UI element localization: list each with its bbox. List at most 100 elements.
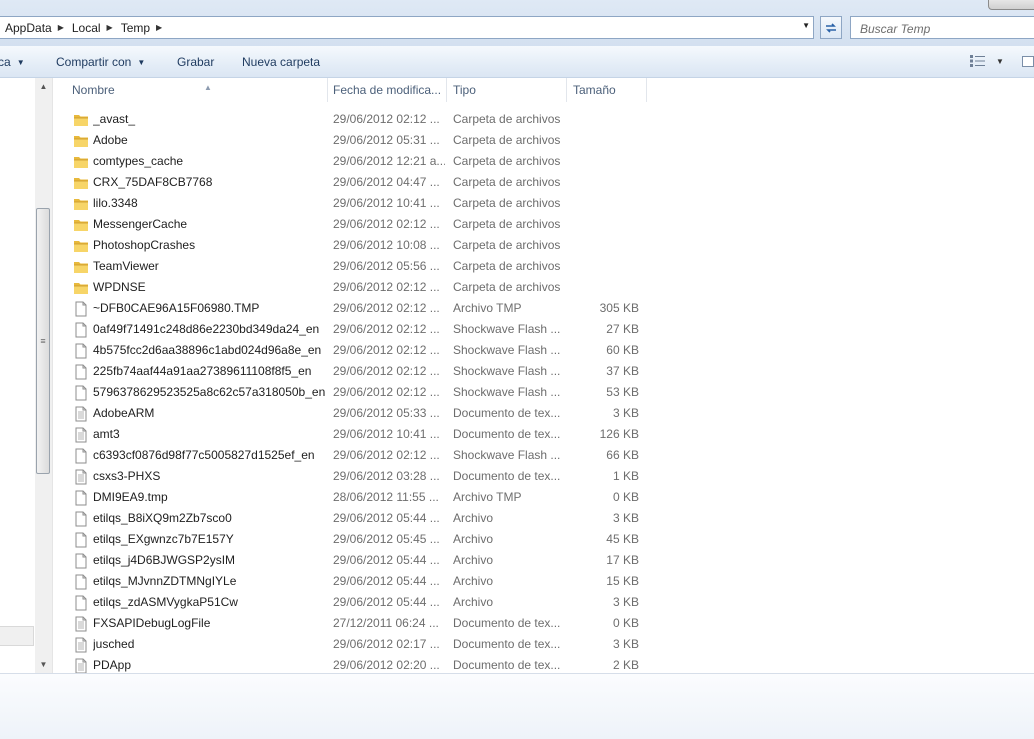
file-row[interactable]: 4b575fcc2d6aa38896c1abd024d96a8e_en 29/06… (53, 340, 653, 361)
column-header-type[interactable]: Tipo (447, 78, 567, 102)
file-row[interactable]: AdobeARM 29/06/2012 05:33 ... Documento de… (53, 403, 653, 424)
file-row[interactable]: amt3 29/06/2012 10:41 ... Documento de tex… (53, 424, 653, 445)
file-name: 0af49f71491c248d86e2230bd349da24_en (93, 322, 320, 336)
file-name: lilo.3348 (93, 196, 138, 210)
address-history-dropdown-icon[interactable]: ▼ (802, 21, 810, 30)
details-pane (0, 673, 1034, 739)
file-row[interactable]: DMI9EA9.tmp 28/06/2012 11:55 ... Archivo T… (53, 487, 653, 508)
file-date: 29/06/2012 03:28 ... (333, 469, 440, 483)
navigation-selected-item[interactable] (0, 626, 34, 646)
file-type: Carpeta de archivos (453, 154, 561, 168)
scrollbar-thumb[interactable]: ≡ (36, 208, 50, 474)
file-row[interactable]: _avast_ 29/06/2012 02:12 ... Carpeta de ar… (53, 109, 653, 130)
organize-button[interactable]: ca ▼ (0, 55, 25, 69)
file-size: 305 KB (599, 301, 639, 315)
breadcrumb-label[interactable]: Local (66, 21, 107, 35)
file-date: 29/06/2012 05:45 ... (333, 532, 440, 546)
file-row[interactable]: CRX_75DAF8CB7768 29/06/2012 04:47 ... Carp… (53, 172, 653, 193)
file-row[interactable]: etilqs_zdASMVygkaP51Cw 29/06/2012 05:44 .… (53, 592, 653, 613)
chevron-right-icon[interactable]: ▶ (107, 23, 115, 32)
file-type: Shockwave Flash ... (453, 322, 561, 336)
file-row[interactable]: comtypes_cache 29/06/2012 12:21 a... Carpe… (53, 151, 653, 172)
file-type: Carpeta de archivos (453, 196, 561, 210)
file-name: etilqs_zdASMVygkaP51Cw (93, 595, 238, 609)
file-row[interactable]: etilqs_EXgwnzc7b7E157Y 29/06/2012 05:45 .… (53, 529, 653, 550)
file-row[interactable]: c6393cf0876d98f77c5005827d1525ef_en 29/06… (53, 445, 653, 466)
search-box[interactable] (850, 16, 1034, 39)
file-icon (73, 490, 89, 506)
column-header-label: Tamaño (573, 83, 616, 97)
file-row[interactable]: etilqs_B8iXQ9m2Zb7sco0 29/06/2012 05:44 .… (53, 508, 653, 529)
share-with-button[interactable]: Compartir con ▼ (56, 55, 145, 69)
file-type: Carpeta de archivos (453, 175, 561, 189)
burn-button[interactable]: Grabar (177, 55, 214, 69)
view-options-dropdown-icon[interactable]: ▼ (996, 57, 1004, 66)
command-bar: ca ▼ Compartir con ▼ Grabar Nueva carpeta … (0, 46, 1034, 78)
file-row[interactable]: etilqs_j4D6BJWGSP2ysIM 29/06/2012 05:44 .… (53, 550, 653, 571)
chevron-right-icon[interactable]: ▶ (156, 23, 164, 32)
file-name: 225fb74aaf44a91aa27389611108f8f5_en (93, 364, 312, 378)
file-row[interactable]: etilqs_MJvnnZDTMNgIYLe 29/06/2012 05:44 .… (53, 571, 653, 592)
chevron-down-icon: ▼ (16, 58, 25, 67)
file-name: FXSAPIDebugLogFile (93, 616, 211, 630)
file-row[interactable]: FXSAPIDebugLogFile 27/12/2011 06:24 ... Do… (53, 613, 653, 634)
file-row[interactable]: TeamViewer 29/06/2012 05:56 ... Carpeta de… (53, 256, 653, 277)
folder-icon (73, 217, 89, 233)
file-type: Documento de tex... (453, 658, 561, 672)
file-size: 60 KB (606, 343, 639, 357)
new-folder-button[interactable]: Nueva carpeta (242, 55, 320, 69)
file-row[interactable]: lilo.3348 29/06/2012 10:41 ... Carpeta de … (53, 193, 653, 214)
file-row[interactable]: MessengerCache 29/06/2012 02:12 ... Carpet… (53, 214, 653, 235)
file-date: 29/06/2012 05:44 ... (333, 595, 440, 609)
file-type: Archivo (453, 532, 494, 546)
column-header-name[interactable]: Nombre ▲ (66, 78, 328, 102)
scroll-up-icon[interactable]: ▲ (35, 78, 52, 95)
navigation-scrollbar[interactable]: ▲ ≡ ▼ (35, 78, 52, 673)
file-list[interactable]: Nombre ▲ Fecha de modifica... Tipo Tamañ… (53, 78, 1034, 674)
file-size: 126 KB (599, 427, 639, 441)
scroll-down-icon[interactable]: ▼ (35, 656, 52, 673)
file-row[interactable]: PhotoshopCrashes 29/06/2012 10:08 ... Carp… (53, 235, 653, 256)
file-date: 29/06/2012 05:44 ... (333, 574, 440, 588)
breadcrumb-label[interactable]: AppData (0, 21, 58, 35)
file-date: 29/06/2012 05:33 ... (333, 406, 440, 420)
file-type: Carpeta de archivos (453, 259, 561, 273)
search-input[interactable] (858, 18, 1032, 39)
breadcrumb-item-local[interactable]: Local ▶ (66, 21, 115, 35)
file-size: 3 KB (612, 511, 639, 525)
file-row[interactable]: 225fb74aaf44a91aa27389611108f8f5_en 29/06… (53, 361, 653, 382)
breadcrumb-label[interactable]: Temp (115, 21, 156, 35)
file-size: 53 KB (606, 385, 639, 399)
file-size: 45 KB (606, 532, 639, 546)
view-options-icon[interactable] (970, 55, 986, 67)
file-icon (73, 322, 89, 338)
column-header-date[interactable]: Fecha de modifica... (327, 78, 447, 102)
file-type: Archivo (453, 553, 494, 567)
file-date: 29/06/2012 02:12 ... (333, 301, 440, 315)
file-date: 29/06/2012 02:17 ... (333, 637, 440, 651)
breadcrumb-item-temp[interactable]: Temp ▶ (115, 21, 165, 35)
file-name: etilqs_MJvnnZDTMNgIYLe (93, 574, 237, 588)
file-icon (73, 553, 89, 569)
file-icon (73, 532, 89, 548)
file-row[interactable]: 0af49f71491c248d86e2230bd349da24_en 29/06… (53, 319, 653, 340)
refresh-button[interactable] (820, 16, 842, 39)
column-header-row: Nombre ▲ Fecha de modifica... Tipo Tamañ… (53, 78, 1034, 102)
file-type: Shockwave Flash ... (453, 448, 561, 462)
file-row[interactable]: ~DFB0CAE96A15F06980.TMP 29/06/2012 02:12 … (53, 298, 653, 319)
grip-icon: ≡ (40, 336, 46, 346)
column-header-size[interactable]: Tamaño (567, 78, 647, 102)
file-row[interactable]: 5796378629523525a8c62c57a318050b_en 29/06… (53, 382, 653, 403)
file-date: 29/06/2012 10:41 ... (333, 427, 440, 441)
preview-pane-button[interactable] (1022, 56, 1034, 67)
file-row[interactable]: WPDNSE 29/06/2012 02:12 ... Carpeta de arc… (53, 277, 653, 298)
window-control-button[interactable] (988, 0, 1034, 10)
file-type: Documento de tex... (453, 406, 561, 420)
file-row[interactable]: csxs3-PHXS 29/06/2012 03:28 ... Documento … (53, 466, 653, 487)
breadcrumb-item-appdata[interactable]: AppData ▶ (0, 21, 66, 35)
address-bar[interactable]: AppData ▶ Local ▶ Temp ▶ ▼ (0, 16, 814, 39)
file-date: 29/06/2012 05:44 ... (333, 553, 440, 567)
file-row[interactable]: Adobe 29/06/2012 05:31 ... Carpeta de arch… (53, 130, 653, 151)
file-row[interactable]: jusched 29/06/2012 02:17 ... Documento de … (53, 634, 653, 655)
chevron-right-icon[interactable]: ▶ (58, 23, 66, 32)
